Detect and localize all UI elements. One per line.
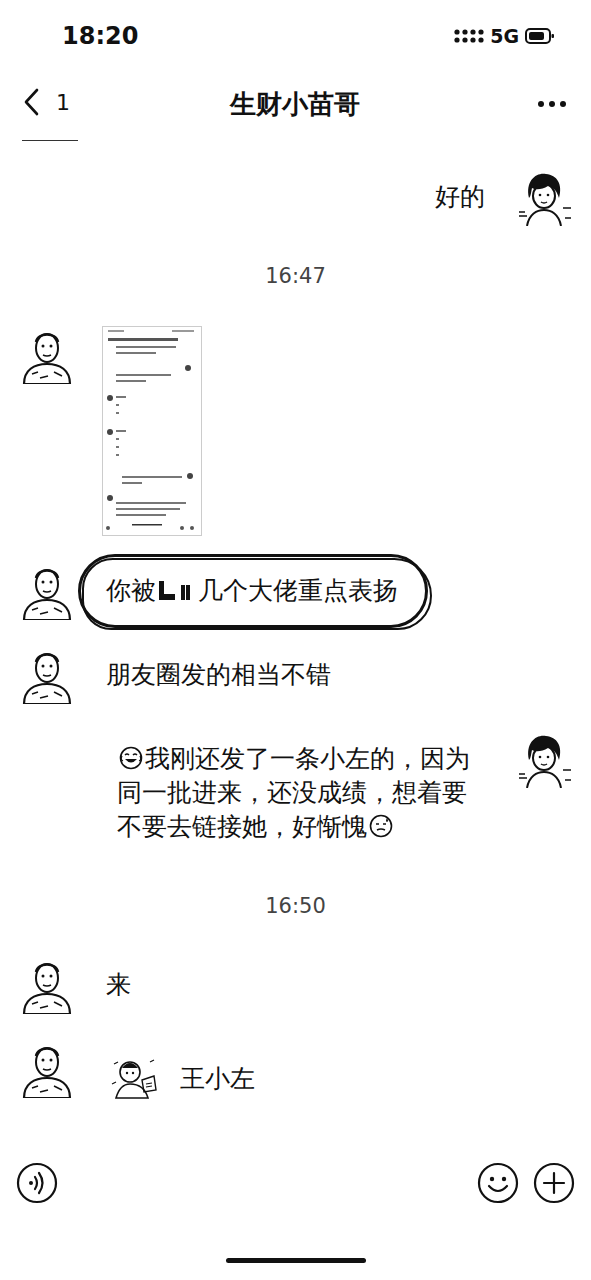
home-indicator[interactable] [226, 1258, 366, 1263]
hand-drawn-circle-stroke [82, 558, 432, 630]
message-row: 我刚还发了一条小左的，因为同一批进来，还没成绩，想着要不要去链接她，好惭愧 [18, 730, 573, 856]
status-time: 18:20 [62, 22, 138, 50]
more-button[interactable] [477, 99, 567, 109]
man-avatar-icon[interactable] [18, 326, 76, 384]
message-text: 朋友圈发的相当不错 [106, 660, 331, 689]
woman-avatar-icon[interactable] [515, 730, 573, 788]
chat-screen: 18:20 5G 1 生财小苗哥好的 16:47 你被几个大佬重点表扬朋友圈发的相当不错我… [0, 0, 591, 1280]
message-row: 王小左 [18, 1040, 573, 1118]
status-indicators: 5G [454, 25, 555, 47]
message-bubble[interactable]: 你被几个大佬重点表扬 [90, 562, 414, 620]
message-list: 好的 16:47 你被几个大佬重点表扬朋友圈发的相当不错我刚还发了一条小左的，因为同… [0, 140, 591, 1143]
more-dots-icon [537, 99, 567, 109]
timestamp: 16:50 [18, 882, 573, 930]
emoji-icon[interactable] [477, 1162, 519, 1204]
hand-drawn-circle [78, 554, 428, 628]
network-label: 5G [490, 25, 519, 47]
screenshot-thumbnail[interactable] [102, 326, 202, 536]
woman-avatar-icon[interactable] [515, 168, 573, 226]
message-row: 你被几个大佬重点表扬 [18, 562, 573, 620]
input-bar [0, 1143, 591, 1223]
sweat-emoji-icon [369, 814, 393, 838]
message-bubble[interactable]: 好的 [419, 168, 501, 226]
message-bubble[interactable] [90, 326, 202, 536]
voice-icon[interactable] [16, 1162, 58, 1204]
message-row: 来 [18, 956, 573, 1014]
man-avatar-icon[interactable] [18, 562, 76, 620]
message-row: 朋友圈发的相当不错 [18, 646, 573, 704]
message-bubble[interactable]: 王小左 [90, 1040, 275, 1118]
plus-icon[interactable] [533, 1162, 575, 1204]
timestamp: 16:47 [18, 252, 573, 300]
redaction-mark-icon [157, 579, 197, 601]
laugh-cry-emoji-icon [119, 746, 143, 770]
chat-title: 生财小苗哥 [230, 87, 360, 122]
status-bar: 18:20 5G [0, 0, 591, 68]
battery-icon [525, 27, 555, 45]
message-text: 你被几个大佬重点表扬 [106, 576, 398, 605]
message-bubble[interactable]: 来 [90, 956, 147, 1014]
back-chevron-icon [22, 87, 42, 117]
message-row [18, 326, 573, 536]
unread-count: 1 [56, 90, 70, 115]
back-underline [22, 140, 78, 141]
back-button[interactable]: 1 [22, 87, 112, 121]
message-text: 好的 [435, 182, 485, 211]
message-input[interactable] [72, 1160, 463, 1206]
sticker-avatar-icon [110, 1054, 160, 1104]
man-avatar-icon[interactable] [18, 956, 76, 1014]
message-text: 来 [106, 970, 131, 999]
man-avatar-icon[interactable] [18, 1040, 76, 1098]
man-avatar-icon[interactable] [18, 646, 76, 704]
nav-bar: 1 生财小苗哥 [0, 68, 591, 140]
message-text: 我刚还发了一条小左的，因为同一批进来，还没成绩，想着要不要去链接她，好惭愧 [117, 744, 470, 841]
message-row: 好的 [18, 168, 573, 226]
contact-name: 王小左 [180, 1062, 255, 1096]
message-bubble[interactable]: 我刚还发了一条小左的，因为同一批进来，还没成绩，想着要不要去链接她，好惭愧 [101, 730, 501, 856]
contact-mention[interactable]: 王小左 [106, 1052, 259, 1106]
home-indicator-area [0, 1223, 591, 1280]
signal-icon [454, 28, 484, 44]
message-bubble[interactable]: 朋友圈发的相当不错 [90, 646, 347, 704]
